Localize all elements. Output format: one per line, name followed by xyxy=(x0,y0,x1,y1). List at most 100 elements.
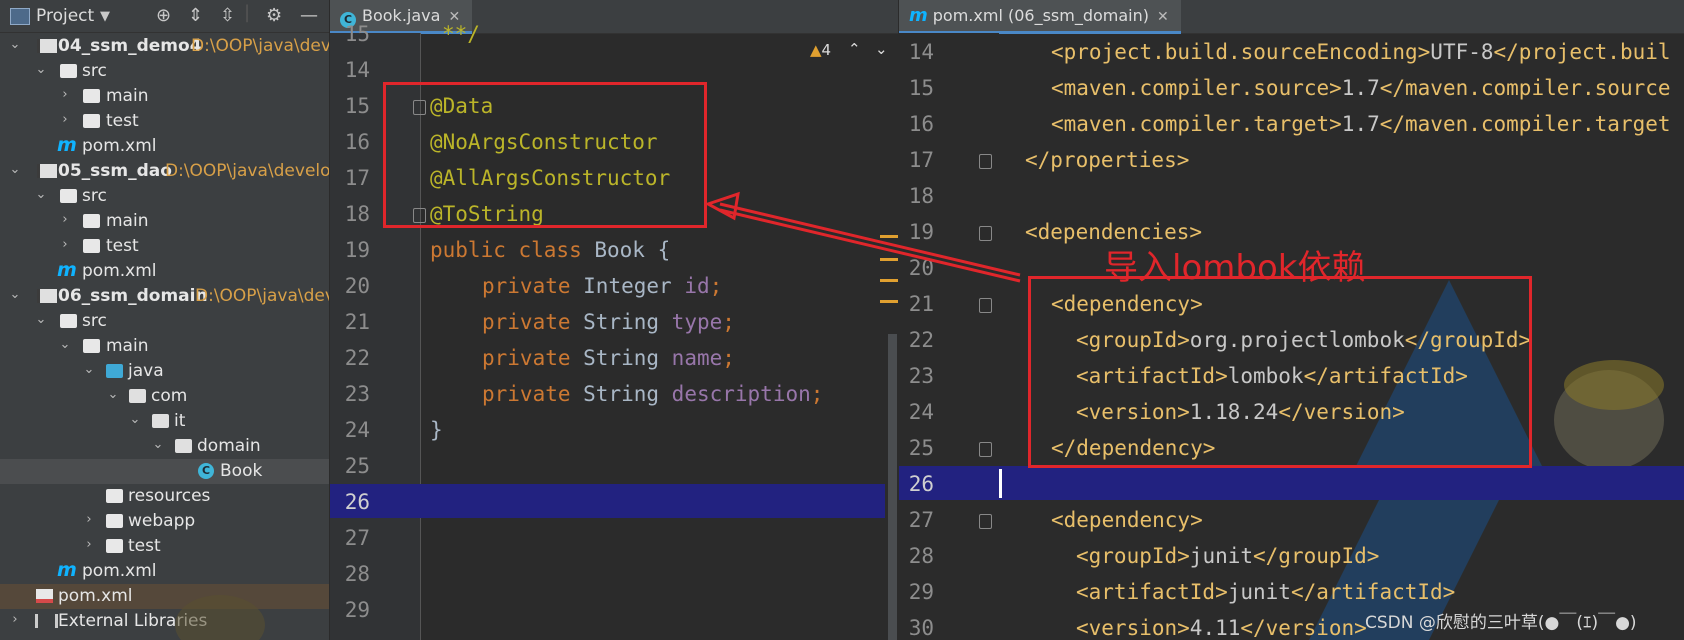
tree-item-module[interactable]: ⌄ 06_ssm_domain D:\OOP\java\deve xyxy=(0,284,329,309)
gear-icon[interactable]: ⚙ xyxy=(266,5,282,26)
tree-item-folder[interactable]: ⌄ src xyxy=(0,59,329,84)
chevron-down-icon[interactable]: ⌄ xyxy=(8,162,22,177)
chevron-down-icon[interactable]: ▼ xyxy=(100,9,110,24)
line-number: 30 xyxy=(908,616,934,640)
error-stripe-marker[interactable] xyxy=(880,300,898,303)
minimize-icon[interactable]: — xyxy=(300,5,318,26)
chevron-down-icon[interactable]: ⌄ xyxy=(106,387,120,402)
line-number-current: 26 xyxy=(344,490,370,514)
package-icon xyxy=(129,389,146,403)
chevron-down-icon[interactable]: ⌄ xyxy=(8,287,22,302)
chevron-down-icon[interactable]: ⌄ xyxy=(58,337,72,352)
tree-item-file[interactable]: m pom.xml xyxy=(0,259,329,284)
editor-book-java[interactable]: C Book.java ✕ 15 14 15 16 17 18 19 20 21 2… xyxy=(330,0,898,640)
annotation-highlight-box xyxy=(383,82,707,228)
line-number: 27 xyxy=(908,508,934,532)
code-line: <artifactId>junit</artifactId> xyxy=(1076,580,1456,604)
chevron-right-icon[interactable]: › xyxy=(58,112,72,127)
tree-item-package[interactable]: ⌄ it xyxy=(0,409,329,434)
chevron-up-icon[interactable]: ⌃ xyxy=(848,40,861,58)
locate-icon[interactable]: ⊕ xyxy=(156,5,171,26)
tree-item-folder[interactable]: › test xyxy=(0,109,329,134)
tree-item-class[interactable]: C Book xyxy=(0,459,329,484)
warning-indicator[interactable]: ▲4 xyxy=(810,41,831,59)
tree-item-label: test xyxy=(106,236,139,256)
fold-icon[interactable] xyxy=(979,514,992,529)
tree-item-folder[interactable]: ⌄ src xyxy=(0,309,329,334)
tree-item-folder[interactable]: ⌄ src xyxy=(0,184,329,209)
scrollbar-thumb[interactable] xyxy=(888,334,897,640)
project-title[interactable]: Project xyxy=(36,6,94,26)
tree-item-label: pom.xml xyxy=(82,136,157,156)
chevron-down-icon[interactable]: ⌄ xyxy=(151,437,165,452)
chevron-down-icon[interactable]: ⌄ xyxy=(875,40,888,58)
line-number: 22 xyxy=(344,346,370,370)
maven-icon: m xyxy=(57,259,77,281)
tree-item-folder[interactable]: › test xyxy=(0,234,329,259)
tree-item-label: test xyxy=(106,111,139,131)
tree-item-libraries[interactable]: › External Libraries xyxy=(0,609,329,634)
chevron-right-icon[interactable]: › xyxy=(58,87,72,102)
tree-item-package[interactable]: ⌄ domain xyxy=(0,434,329,459)
fold-icon[interactable] xyxy=(979,442,992,457)
tree-item-path: D:\OOP\java\deve xyxy=(191,36,330,56)
line-number: 28 xyxy=(344,562,370,586)
toolbar-divider: | xyxy=(244,2,251,23)
project-panel: Project ▼ ⊕ ⇕ ⇳ | ⚙ — ⌄ 04_ssm_demo4 D:\… xyxy=(0,0,330,640)
chevron-down-icon[interactable]: ⌄ xyxy=(82,362,96,377)
tree-item-file[interactable]: m pom.xml xyxy=(0,134,329,159)
tree-item-label: test xyxy=(128,536,161,556)
close-icon[interactable]: ✕ xyxy=(1157,9,1169,25)
annotation-arrow xyxy=(704,191,1021,283)
tree-item-folder[interactable]: › webapp xyxy=(0,509,329,534)
folder-icon xyxy=(60,64,77,78)
chevron-down-icon[interactable]: ⌄ xyxy=(128,412,142,427)
tree-item-file[interactable]: pom.xml xyxy=(0,584,329,609)
collapse-all-icon[interactable]: ⇳ xyxy=(220,5,235,26)
tree-item-folder[interactable]: ⌄ java xyxy=(0,359,329,384)
text-caret xyxy=(999,469,1002,498)
chevron-right-icon[interactable]: › xyxy=(82,537,96,552)
folder-icon xyxy=(60,189,77,203)
tree-item-label: 06_ssm_domain xyxy=(58,286,208,306)
tree-item-module[interactable]: ⌄ 05_ssm_dao D:\OOP\java\develop_ xyxy=(0,159,329,184)
tree-item-path: D:\OOP\java\deve xyxy=(195,286,329,306)
line-number: 15 xyxy=(344,94,370,118)
chevron-right-icon[interactable]: › xyxy=(82,512,96,527)
tree-item-package[interactable]: ⌄ com xyxy=(0,384,329,409)
chevron-right-icon[interactable]: › xyxy=(8,612,22,627)
code-line: </properties> xyxy=(1025,148,1190,172)
editor-pom-xml[interactable]: m pom.xml (06_ssm_domain) ✕ 14 15 16 17 18… xyxy=(899,0,1684,640)
code-line: <maven.compiler.target>1.7</maven.compil… xyxy=(1051,112,1671,136)
tree-item-file[interactable]: m pom.xml xyxy=(0,559,329,584)
tree-item-folder[interactable]: resources xyxy=(0,484,329,509)
line-number-current: 26 xyxy=(908,472,934,496)
chevron-right-icon[interactable]: › xyxy=(58,237,72,252)
tree-item-label: src xyxy=(82,186,107,206)
tree-item-folder[interactable]: › main xyxy=(0,84,329,109)
maven-icon: m xyxy=(909,5,928,26)
chevron-down-icon[interactable]: ⌄ xyxy=(8,37,22,52)
line-number: 21 xyxy=(908,292,934,316)
chevron-down-icon[interactable]: ⌄ xyxy=(34,187,48,202)
tree-item-label: pom.xml xyxy=(82,261,157,281)
tree-item-folder[interactable]: › main xyxy=(0,209,329,234)
line-number: 14 xyxy=(344,58,370,82)
editor-tab-bar: C Book.java ✕ xyxy=(330,0,898,34)
line-number: 27 xyxy=(344,526,370,550)
chevron-down-icon[interactable]: ⌄ xyxy=(34,62,48,77)
libraries-icon xyxy=(35,614,58,628)
fold-icon[interactable] xyxy=(979,298,992,313)
fold-icon[interactable] xyxy=(979,154,992,169)
tree-item-folder[interactable]: › test xyxy=(0,534,329,559)
current-line-highlight xyxy=(899,466,1684,500)
line-number: 21 xyxy=(344,310,370,334)
chevron-right-icon[interactable]: › xyxy=(58,212,72,227)
line-number: 28 xyxy=(908,544,934,568)
expand-all-icon[interactable]: ⇕ xyxy=(188,5,203,26)
tree-item-folder[interactable]: ⌄ main xyxy=(0,334,329,359)
tree-item-module[interactable]: ⌄ 04_ssm_demo4 D:\OOP\java\deve xyxy=(0,34,329,59)
chevron-down-icon[interactable]: ⌄ xyxy=(34,312,48,327)
tab-pom-xml[interactable]: m pom.xml (06_ssm_domain) ✕ xyxy=(899,0,1181,34)
line-number: 22 xyxy=(908,328,934,352)
